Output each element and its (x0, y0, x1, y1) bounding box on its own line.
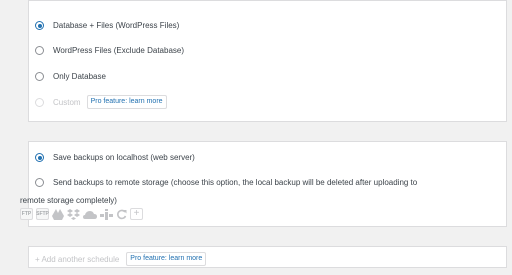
backup-content-panel: Database + Files (WordPress Files) WordP… (28, 0, 507, 122)
option-label: Only Database (53, 72, 106, 81)
pro-feature-badge[interactable]: Pro feature: learn more (86, 95, 167, 109)
sftp-icon[interactable]: SFTP (36, 208, 49, 220)
option-wordpress-files[interactable]: WordPress Files (Exclude Database) (35, 46, 184, 55)
option-label: Database + Files (WordPress Files) (53, 21, 180, 30)
amazon-s3-icon[interactable] (100, 208, 113, 220)
option-label: WordPress Files (Exclude Database) (53, 46, 185, 55)
radio-database-files[interactable] (35, 21, 44, 30)
remote-storage-icons: FTP SFTP + (20, 208, 143, 220)
refresh-icon[interactable] (116, 208, 127, 220)
option-localhost[interactable]: Save backups on localhost (web server) (35, 153, 195, 162)
radio-only-database[interactable] (35, 72, 44, 81)
option-only-database[interactable]: Only Database (35, 72, 106, 81)
radio-wordpress-files[interactable] (35, 46, 44, 55)
radio-custom (35, 97, 44, 107)
radio-localhost[interactable] (35, 153, 44, 162)
option-remote-storage[interactable]: Send backups to remote storage (choose t… (35, 178, 417, 187)
backup-location-panel: Save backups on localhost (web server) S… (20, 141, 507, 227)
google-drive-icon[interactable] (52, 208, 64, 220)
add-schedule-row: + Add another schedule Pro feature: lear… (35, 252, 207, 266)
add-schedule-link[interactable]: + Add another schedule (35, 255, 119, 264)
remote-label: Send backups to remote storage (choose t… (53, 178, 418, 187)
localhost-label: Save backups on localhost (web server) (53, 153, 195, 162)
dropbox-icon[interactable] (67, 208, 80, 220)
option-database-files[interactable]: Database + Files (WordPress Files) (35, 21, 179, 30)
pro-feature-badge[interactable]: Pro feature: learn more (126, 252, 207, 266)
option-custom: Custom Pro feature: learn more (35, 95, 167, 109)
remote-label-continued: remote storage completely) (20, 196, 117, 205)
option-label: Custom (53, 97, 81, 107)
ftp-icon[interactable]: FTP (20, 208, 33, 220)
schedule-panel: + Add another schedule Pro feature: lear… (28, 246, 507, 268)
radio-remote-storage[interactable] (35, 178, 44, 187)
onedrive-icon[interactable] (83, 208, 97, 220)
add-storage-icon[interactable]: + (130, 208, 143, 220)
